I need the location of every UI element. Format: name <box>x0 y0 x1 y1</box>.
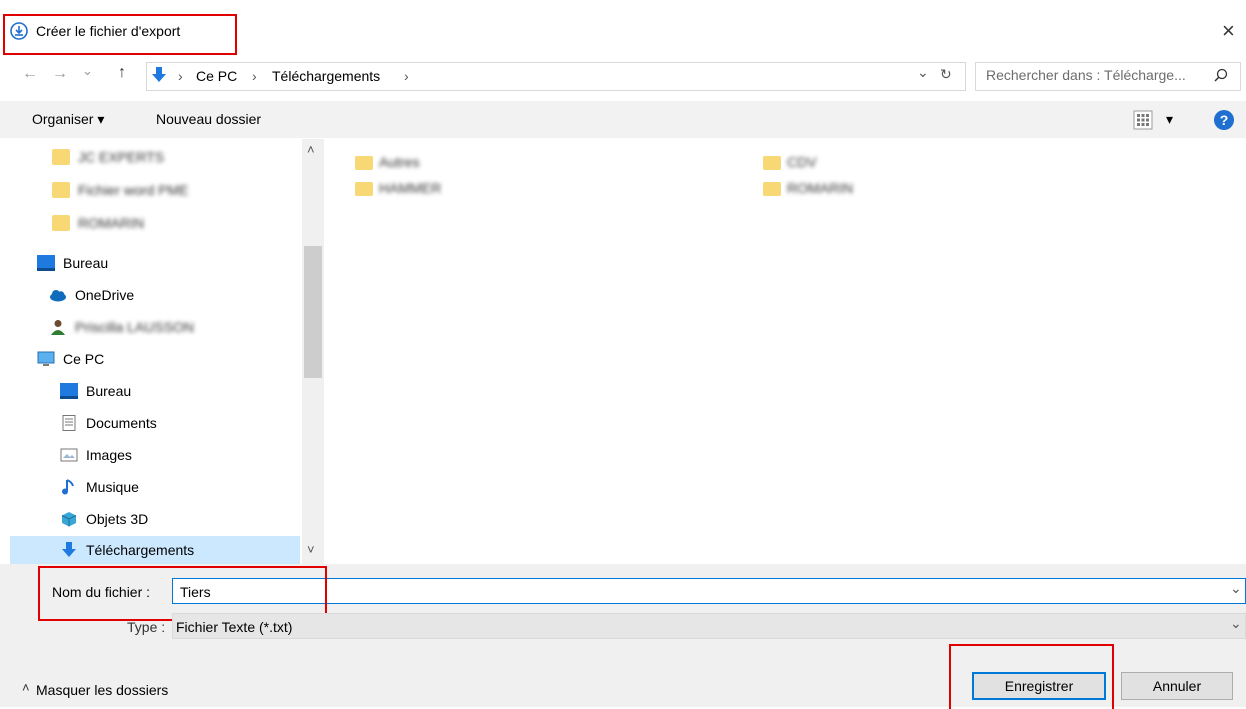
file-list <box>328 139 1246 564</box>
scroll-down-icon[interactable]: ˅ <box>307 542 315 557</box>
desktop-icon <box>37 255 55 271</box>
filetype-dropdown-icon[interactable]: ⌄ <box>1230 615 1242 632</box>
nav-item-musique[interactable]: Musique <box>60 473 139 501</box>
filename-dropdown-icon[interactable]: ⌄ <box>1230 580 1242 597</box>
nav-item-onedrive[interactable]: OneDrive <box>49 281 134 309</box>
forward-icon[interactable]: → <box>52 65 68 83</box>
hide-folders-button[interactable]: Masquer les dossiers <box>36 682 168 698</box>
nav-item-telechargements[interactable]: Téléchargements <box>60 536 194 564</box>
nav-scrollbar-thumb[interactable] <box>304 246 322 378</box>
chevron-up-icon[interactable]: ˄ <box>22 680 30 695</box>
folder-item-hammer[interactable]: HAMMER <box>355 179 555 201</box>
folder-icon <box>355 156 373 170</box>
search-placeholder: Rechercher dans : Télécharge... <box>986 67 1186 83</box>
nav-item-images[interactable]: Images <box>60 441 132 469</box>
folder-icon <box>763 182 781 196</box>
cloud-icon <box>50 290 66 302</box>
title-bar <box>0 0 1246 55</box>
computer-icon <box>37 351 55 366</box>
nav-item-jc-experts[interactable]: JC EXPERTS <box>52 143 164 171</box>
export-app-icon <box>10 22 28 40</box>
folder-item-cdv[interactable]: CDV <box>763 153 963 175</box>
folder-icon <box>52 215 70 231</box>
filetype-label: Type : <box>127 619 166 635</box>
back-icon[interactable]: ← <box>22 65 38 83</box>
folder-item-romarin[interactable]: ROMARIN <box>763 179 963 201</box>
breadcrumb-separator: › <box>178 68 183 84</box>
nav-item-bureau-pc[interactable]: Bureau <box>60 377 131 405</box>
recent-locations-icon[interactable]: ⌄ <box>82 63 93 79</box>
filetype-value[interactable]: Fichier Texte (*.txt) <box>176 619 292 635</box>
address-dropdown-icon[interactable]: ⌄ <box>917 64 929 81</box>
organize-button[interactable]: Organiser ▾ <box>32 111 104 128</box>
nav-item-bureau[interactable]: Bureau <box>37 249 108 277</box>
document-icon <box>62 415 76 431</box>
filename-value[interactable]: Tiers <box>180 584 211 600</box>
address-bar[interactable] <box>146 62 966 91</box>
folder-item-autres[interactable]: Autres <box>355 153 555 175</box>
save-button[interactable]: Enregistrer <box>972 672 1106 700</box>
view-dropdown-icon[interactable]: ▾ <box>1166 111 1173 128</box>
nav-item-fichier-word-pme[interactable]: Fichier word PME <box>52 176 188 204</box>
folder-icon <box>52 182 70 198</box>
new-folder-button[interactable]: Nouveau dossier <box>156 111 261 127</box>
nav-item-documents[interactable]: Documents <box>60 409 157 437</box>
view-options-icon[interactable] <box>1133 110 1153 130</box>
nav-item-romarin[interactable]: ROMARIN <box>52 209 144 237</box>
folder-icon <box>355 182 373 196</box>
download-arrow-icon <box>152 67 166 82</box>
refresh-icon[interactable]: ↻ <box>940 66 952 83</box>
up-icon[interactable]: ↑ <box>118 64 126 82</box>
cube-icon <box>61 512 77 527</box>
filename-label: Nom du fichier : <box>52 584 151 600</box>
folder-icon <box>52 149 70 165</box>
nav-item-user[interactable]: Priscilla LAUSSON <box>49 313 194 341</box>
scroll-up-icon[interactable]: ˄ <box>307 142 315 157</box>
help-icon[interactable]: ? <box>1214 110 1234 130</box>
filename-input[interactable] <box>172 578 1246 604</box>
search-icon[interactable] <box>1214 68 1228 82</box>
music-icon <box>62 479 74 495</box>
user-icon <box>51 320 65 335</box>
folder-icon <box>763 156 781 170</box>
breadcrumb-separator: › <box>404 68 409 84</box>
window-title: Créer le fichier d'export <box>36 23 181 39</box>
filetype-select[interactable] <box>172 613 1246 639</box>
download-icon <box>62 542 76 557</box>
close-icon[interactable]: × <box>1222 18 1235 44</box>
nav-item-objets-3d[interactable]: Objets 3D <box>60 505 148 533</box>
breadcrumb-downloads[interactable]: Téléchargements <box>272 68 380 84</box>
cancel-button[interactable]: Annuler <box>1121 672 1233 700</box>
image-icon <box>60 448 78 462</box>
nav-item-ce-pc[interactable]: Ce PC <box>37 345 104 373</box>
breadcrumb-separator: › <box>252 68 257 84</box>
breadcrumb-ce-pc[interactable]: Ce PC <box>196 68 237 84</box>
desktop-icon <box>60 383 78 399</box>
